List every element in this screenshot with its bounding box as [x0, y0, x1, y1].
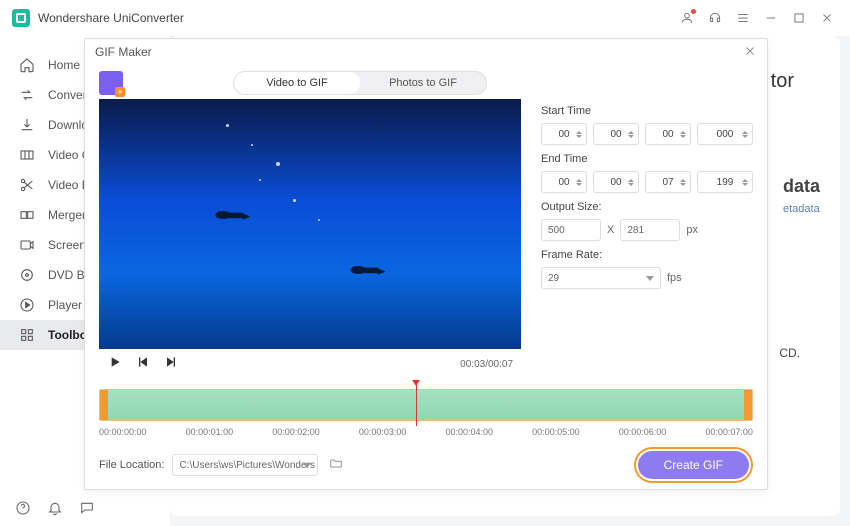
- dialog-title: GIF Maker: [95, 45, 152, 59]
- add-media-button[interactable]: [99, 71, 123, 95]
- tick: 00:00:06:00: [619, 427, 667, 437]
- record-icon: [18, 236, 36, 254]
- timeline-track[interactable]: [99, 389, 753, 421]
- compress-icon: [18, 146, 36, 164]
- height-input[interactable]: 281: [620, 219, 680, 241]
- output-size-label: Output Size:: [541, 201, 753, 213]
- next-frame-button[interactable]: [163, 354, 179, 375]
- playhead[interactable]: [416, 384, 417, 426]
- dvd-icon: [18, 266, 36, 284]
- menu-icon[interactable]: [732, 7, 754, 29]
- play-button[interactable]: [107, 354, 123, 375]
- converter-icon: [18, 86, 36, 104]
- download-icon: [18, 116, 36, 134]
- bell-icon[interactable]: [46, 499, 64, 517]
- sidebar-item-label: Home: [48, 58, 80, 72]
- start-time-label: Start Time: [541, 105, 753, 117]
- tick: 00:00:01:00: [186, 427, 234, 437]
- maximize-icon[interactable]: [788, 7, 810, 29]
- prev-frame-button[interactable]: [135, 354, 151, 375]
- video-preview: 00:03/00:07: [99, 99, 521, 379]
- tick: 00:00:00:00: [99, 427, 147, 437]
- end-time-label: End Time: [541, 153, 753, 165]
- tab-video-to-gif[interactable]: Video to GIF: [234, 72, 360, 94]
- tick: 00:00:04:00: [446, 427, 494, 437]
- px-label: px: [686, 224, 698, 236]
- bg-metadata-sub: etadata: [783, 203, 820, 215]
- app-logo: [12, 9, 30, 27]
- start-ms-input[interactable]: 000: [697, 123, 753, 145]
- frame-rate-select[interactable]: 29: [541, 267, 661, 289]
- trim-end-handle[interactable]: [744, 390, 752, 420]
- help-icon[interactable]: [14, 499, 32, 517]
- file-location-label: File Location:: [99, 459, 164, 471]
- start-mm-input[interactable]: 00: [593, 123, 639, 145]
- frame-rate-label: Frame Rate:: [541, 249, 753, 261]
- end-hh-input[interactable]: 00: [541, 171, 587, 193]
- fps-label: fps: [667, 272, 682, 284]
- create-gif-button[interactable]: Create GIF: [638, 451, 749, 479]
- file-location-select[interactable]: C:\Users\ws\Pictures\Wonders: [172, 454, 318, 476]
- sidebar-item-label: Merger: [48, 208, 86, 222]
- app-name: Wondershare UniConverter: [38, 11, 184, 25]
- support-icon[interactable]: [704, 7, 726, 29]
- home-icon: [18, 56, 36, 74]
- end-ss-input[interactable]: 07: [645, 171, 691, 193]
- minimize-icon[interactable]: [760, 7, 782, 29]
- end-mm-input[interactable]: 00: [593, 171, 639, 193]
- size-sep: X: [607, 224, 614, 236]
- open-folder-icon[interactable]: [328, 456, 344, 475]
- player-icon: [18, 296, 36, 314]
- tab-photos-to-gif[interactable]: Photos to GIF: [360, 72, 486, 94]
- merge-icon: [18, 206, 36, 224]
- account-icon[interactable]: [676, 7, 698, 29]
- mode-segmented-control: Video to GIF Photos to GIF: [233, 71, 487, 95]
- bg-cd-line: CD.: [779, 346, 800, 360]
- start-ss-input[interactable]: 00: [645, 123, 691, 145]
- end-ms-input[interactable]: 199: [697, 171, 753, 193]
- tick: 00:00:02:00: [272, 427, 320, 437]
- toolbox-icon: [18, 326, 36, 344]
- tick: 00:00:05:00: [532, 427, 580, 437]
- width-input[interactable]: 500: [541, 219, 601, 241]
- close-icon[interactable]: [743, 44, 757, 61]
- feedback-icon[interactable]: [78, 499, 96, 517]
- gif-maker-dialog: GIF Maker Video to GIF Photos to GIF: [84, 38, 768, 490]
- sidebar-item-label: Player: [48, 298, 82, 312]
- close-window-icon[interactable]: [816, 7, 838, 29]
- start-hh-input[interactable]: 00: [541, 123, 587, 145]
- scissors-icon: [18, 176, 36, 194]
- playback-time: 00:03/00:07: [460, 359, 513, 370]
- tick: 00:00:03:00: [359, 427, 407, 437]
- bg-metadata-title: data: [783, 176, 820, 197]
- tick: 00:00:07:00: [705, 427, 753, 437]
- trim-start-handle[interactable]: [100, 390, 108, 420]
